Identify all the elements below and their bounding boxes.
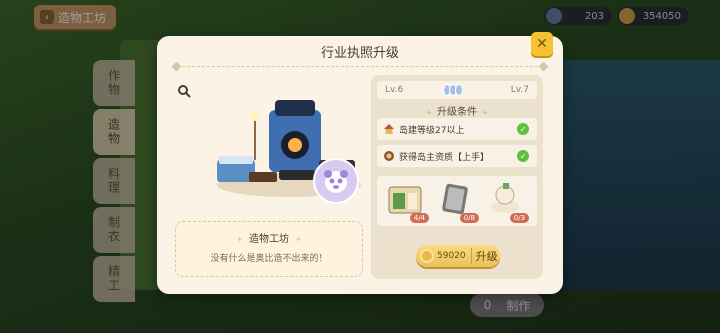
upgrade-button[interactable]: 59020 升级 <box>416 245 500 267</box>
building-name: 造物工坊 <box>176 230 362 245</box>
material-qty: 0/8 <box>459 213 479 223</box>
level-arrow-icon <box>443 84 463 96</box>
level-from: Lv.6 <box>385 85 404 95</box>
materials-row: 4/4 0/8 0/3 <box>377 176 537 226</box>
zoom-icon[interactable] <box>177 84 191 98</box>
close-button[interactable]: ✕ <box>531 32 553 56</box>
panda-badge-icon <box>313 158 359 204</box>
house-icon <box>384 124 394 134</box>
building-info-card: 造物工坊 没有什么是奥比造不出来的！ <box>175 221 363 277</box>
building-description: 没有什么是奥比造不出来的！ <box>210 254 328 264</box>
upgrade-cost: 59020 <box>437 251 466 261</box>
condition-row: 岛建等级27以上 ✓ <box>377 118 537 140</box>
upgrade-label: 升级 <box>470 248 498 264</box>
dialog-title: 行业执照升级 <box>320 46 399 61</box>
level-to: Lv.7 <box>510 85 529 95</box>
check-icon: ✓ <box>517 150 529 162</box>
medal-icon <box>384 151 394 161</box>
title-divider <box>177 66 543 67</box>
condition-row: 获得岛主资质【上手】 ✓ <box>377 145 537 167</box>
close-icon: ✕ <box>536 36 548 52</box>
license-upgrade-dialog: 行业执照升级 ✕ 造物工坊 没有什么是奥比造不出来的！ <box>157 32 563 294</box>
condition-text: 岛建等级27以上 <box>399 125 465 136</box>
coin-icon <box>420 249 434 263</box>
level-bar: Lv.6 Lv.7 <box>377 81 537 99</box>
material-item[interactable]: 4/4 <box>385 179 429 223</box>
upgrade-panel: Lv.6 Lv.7 升级条件 岛建等级27以上 ✓ 获得岛主资质【上手】 ✓ <box>371 75 543 279</box>
material-qty: 0/3 <box>509 213 529 223</box>
material-item[interactable]: 0/3 <box>485 179 529 223</box>
condition-text: 获得岛主资质【上手】 <box>399 152 490 163</box>
check-icon: ✓ <box>517 123 529 135</box>
conditions-title: 升级条件 <box>371 103 543 118</box>
material-qty: 4/4 <box>409 213 429 223</box>
material-item[interactable]: 0/8 <box>435 179 479 223</box>
